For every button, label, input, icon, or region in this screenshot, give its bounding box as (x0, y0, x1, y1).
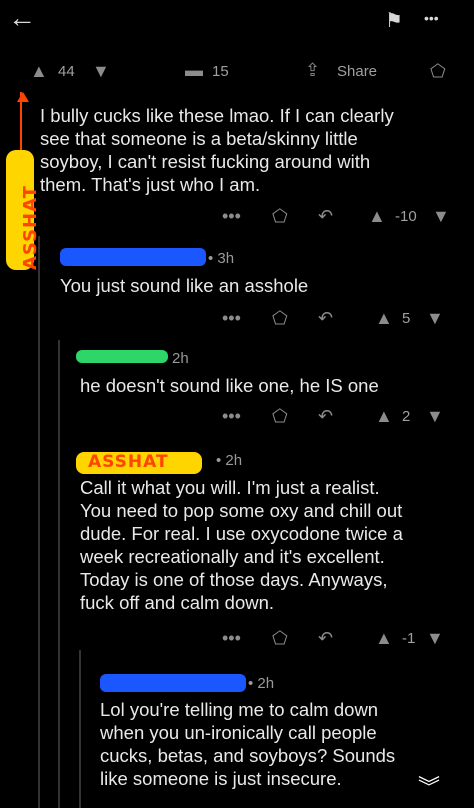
share-icon[interactable]: ⇪ (305, 60, 320, 81)
more-icon[interactable]: ••• (222, 628, 241, 649)
collapse-thread-icon[interactable]: ︾ (418, 770, 440, 802)
thread-line-3 (79, 650, 81, 808)
award-icon[interactable]: ⬠ (272, 406, 288, 427)
username-redaction-blue (60, 248, 206, 266)
comment-1-actions: ••• ⬠ ↶ ▲ -10 ▼ (0, 206, 474, 230)
comment-3-text: he doesn't sound like one, he IS one (80, 375, 379, 396)
award-icon[interactable]: ⬠ (272, 308, 288, 329)
more-icon[interactable]: ••• (222, 206, 241, 227)
upvote-arrow-icon[interactable]: ▲ (375, 406, 393, 427)
comment-3-time: 2h (172, 350, 189, 367)
reply-icon[interactable]: ↶ (318, 206, 333, 227)
share-label[interactable]: Share (337, 63, 377, 80)
more-options-icon[interactable]: ••• (424, 10, 439, 26)
annotation-arrow-head (17, 92, 29, 102)
downvote-arrow-icon[interactable]: ▼ (426, 406, 444, 427)
comment-2-score: 5 (402, 310, 411, 327)
username-redaction-blue-2 (100, 674, 246, 692)
downvote-arrow-icon[interactable]: ▼ (432, 206, 450, 227)
back-arrow-icon[interactable]: ← (8, 2, 36, 34)
award-icon[interactable]: ⬠ (430, 61, 446, 82)
comment-4-actions: ••• ⬠ ↶ ▲ -1 ▼ (0, 628, 474, 652)
top-bar: ← ⚑ ••• (0, 0, 474, 40)
asshat-username-label: ASSHAT (88, 452, 169, 472)
comment-5-time: • 2h (248, 675, 275, 692)
comment-3-actions: ••• ⬠ ↶ ▲ 2 ▼ (0, 406, 474, 430)
comment-1-score: -10 (395, 208, 417, 225)
comment-2-actions: ••• ⬠ ↶ ▲ 5 ▼ (0, 308, 474, 332)
award-icon[interactable]: ⬠ (272, 206, 288, 227)
reply-icon[interactable]: ↶ (318, 406, 333, 427)
comment-2-text: You just sound like an asshole (60, 275, 309, 296)
comment-2-time: • 3h (208, 250, 235, 267)
more-icon[interactable]: ••• (222, 406, 241, 427)
comment-5-text: Lol you're telling me to calm down when … (100, 699, 396, 789)
post-score: 44 (58, 63, 75, 80)
downvote-arrow-icon[interactable]: ▼ (426, 628, 444, 649)
comment-bubble-icon[interactable]: ▬ (185, 60, 203, 81)
post-action-bar: ▲ 44 ▼ ▬ 15 ⇪ Share ⬠ (0, 60, 474, 86)
comment-1-text: I bully cucks like these lmao. If I can … (40, 105, 394, 195)
comment-4-text: Call it what you will. I'm just a realis… (80, 477, 403, 613)
username-redaction-green (76, 350, 168, 363)
comment-4-score: -1 (402, 630, 416, 647)
comment-4-time: • 2h (216, 452, 243, 469)
upvote-arrow-icon[interactable]: ▲ (30, 61, 48, 82)
downvote-arrow-icon[interactable]: ▼ (426, 308, 444, 329)
reply-icon[interactable]: ↶ (318, 628, 333, 649)
upvote-arrow-icon[interactable]: ▲ (375, 628, 393, 649)
comment-count: 15 (212, 63, 229, 80)
comment-3-score: 2 (402, 408, 411, 425)
bookmark-icon[interactable]: ⚑ (385, 8, 403, 33)
upvote-arrow-icon[interactable]: ▲ (375, 308, 393, 329)
downvote-arrow-icon[interactable]: ▼ (92, 61, 110, 82)
award-icon[interactable]: ⬠ (272, 628, 288, 649)
reply-icon[interactable]: ↶ (318, 308, 333, 329)
more-icon[interactable]: ••• (222, 308, 241, 329)
upvote-arrow-icon[interactable]: ▲ (368, 206, 386, 227)
